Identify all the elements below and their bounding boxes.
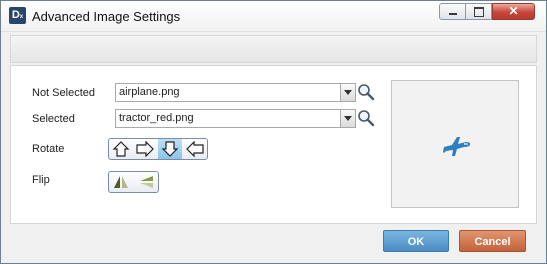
- cancel-button[interactable]: Cancel: [459, 230, 526, 252]
- search-icon[interactable]: [357, 83, 375, 101]
- rotate-button-group: [108, 138, 208, 160]
- flip-label: Flip: [32, 174, 50, 186]
- not-selected-value: airplane.png: [119, 86, 180, 98]
- toolbar-strip: [10, 35, 537, 63]
- rotate-up-button[interactable]: [109, 139, 133, 159]
- rotate-up-icon: [112, 141, 130, 157]
- minimize-icon: [449, 13, 457, 15]
- minimize-button[interactable]: [439, 3, 466, 20]
- flip-button-group: [108, 171, 159, 193]
- app-icon-letter: D: [11, 9, 20, 21]
- rotate-right-icon: [136, 141, 154, 157]
- image-preview: [391, 80, 519, 208]
- selected-combobox[interactable]: tractor_red.png: [115, 109, 356, 128]
- title-bar[interactable]: Dx Advanced Image Settings ✕: [1, 1, 546, 32]
- ok-button[interactable]: OK: [383, 230, 449, 252]
- rotate-down-icon: [161, 141, 179, 157]
- flip-vertical-button[interactable]: [134, 172, 158, 192]
- selected-value: tractor_red.png: [119, 112, 194, 124]
- search-icon[interactable]: [357, 109, 375, 127]
- close-icon: ✕: [508, 4, 519, 18]
- chevron-down-icon[interactable]: [340, 110, 355, 127]
- rotate-down-button[interactable]: [158, 139, 182, 159]
- close-button[interactable]: ✕: [492, 3, 535, 20]
- rotate-right-button[interactable]: [133, 139, 157, 159]
- airplane-icon: [443, 137, 471, 156]
- rotate-left-button[interactable]: [183, 139, 207, 159]
- maximize-button[interactable]: [466, 3, 492, 20]
- chevron-down-icon[interactable]: [340, 84, 355, 101]
- rotate-label: Rotate: [32, 143, 65, 155]
- flip-horizontal-button[interactable]: [109, 172, 133, 192]
- maximize-icon: [474, 7, 484, 17]
- selected-label: Selected: [32, 113, 75, 125]
- flip-vertical-icon: [140, 176, 153, 188]
- settings-panel: Not Selected airplane.png Selected tract…: [10, 65, 537, 224]
- app-logo-icon: Dx: [9, 7, 26, 24]
- window-title: Advanced Image Settings: [32, 9, 181, 24]
- not-selected-label: Not Selected: [32, 87, 95, 99]
- flip-horizontal-icon: [114, 176, 128, 188]
- app-icon-sub: x: [19, 14, 24, 20]
- rotate-left-icon: [186, 141, 204, 157]
- not-selected-combobox[interactable]: airplane.png: [115, 83, 356, 102]
- advanced-image-settings-dialog: Dx Advanced Image Settings ✕ Not Selecte…: [0, 0, 547, 264]
